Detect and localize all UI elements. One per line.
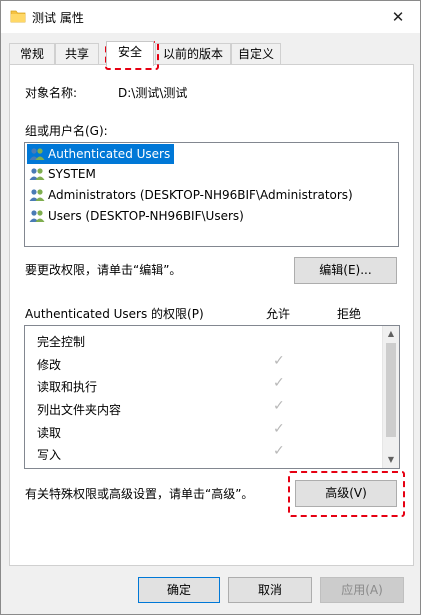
permission-row: 列出文件夹内容 bbox=[37, 403, 122, 417]
users-group-icon bbox=[29, 148, 45, 160]
edit-button[interactable]: 编辑(E)... bbox=[294, 257, 397, 284]
folder-icon bbox=[10, 10, 26, 23]
users-group-icon bbox=[29, 168, 45, 180]
permission-row: 完全控制 bbox=[37, 335, 86, 349]
permission-row: 读取 bbox=[37, 426, 62, 440]
permission-row: 修改 bbox=[37, 358, 62, 372]
tab-general[interactable]: 常规 bbox=[9, 43, 55, 65]
list-item-label: Users (DESKTOP-NH96BIF\Users) bbox=[48, 209, 244, 223]
list-item-label: Authenticated Users bbox=[48, 147, 171, 161]
tab-customize[interactable]: 自定义 bbox=[231, 43, 281, 65]
permissions-header: Authenticated Users 的权限(P) bbox=[25, 307, 204, 321]
groups-label: 组或用户名(G): bbox=[25, 124, 108, 138]
window-title: 测试 属性 bbox=[32, 11, 84, 25]
allow-check-icon: ✓ bbox=[273, 353, 285, 369]
list-item[interactable]: SYSTEM bbox=[27, 164, 96, 184]
tab-previous-versions[interactable]: 以前的版本 bbox=[155, 43, 231, 65]
close-button[interactable]: ✕ bbox=[376, 1, 420, 33]
close-icon: ✕ bbox=[391, 8, 405, 26]
ok-button[interactable]: 确定 bbox=[138, 577, 220, 603]
allow-check-icon: ✓ bbox=[273, 421, 285, 437]
list-item[interactable]: Users (DESKTOP-NH96BIF\Users) bbox=[27, 206, 244, 226]
users-group-icon bbox=[29, 189, 45, 201]
edit-hint: 要更改权限，请单击“编辑”。 bbox=[25, 263, 182, 277]
allow-check-icon: ✓ bbox=[273, 398, 285, 414]
list-item[interactable]: Authenticated Users bbox=[27, 144, 175, 164]
list-item-label: SYSTEM bbox=[48, 167, 96, 181]
permissions-scrollbar[interactable]: ▲ ▼ bbox=[382, 326, 399, 468]
apply-button[interactable]: 应用(A) bbox=[320, 577, 404, 603]
groups-listbox[interactable]: Authenticated Users SYSTEM Administrator… bbox=[24, 142, 399, 247]
users-group-icon bbox=[29, 210, 45, 222]
highlight-advanced-button bbox=[288, 471, 405, 517]
permission-row: 写入 bbox=[37, 448, 62, 462]
list-item[interactable]: Administrators (DESKTOP-NH96BIF\Administ… bbox=[27, 185, 353, 205]
scroll-thumb[interactable] bbox=[386, 343, 396, 437]
allow-column-header: 允许 bbox=[266, 307, 291, 321]
object-name-label: 对象名称: bbox=[25, 86, 78, 100]
scroll-up-icon[interactable]: ▲ bbox=[383, 326, 399, 342]
permission-row: 读取和执行 bbox=[37, 380, 98, 394]
advanced-hint: 有关特殊权限或高级设置，请单击“高级”。 bbox=[25, 487, 254, 501]
allow-check-icon: ✓ bbox=[273, 443, 285, 459]
tab-sharing[interactable]: 共享 bbox=[55, 43, 99, 65]
tab-security[interactable]: 安全 bbox=[106, 41, 154, 66]
scroll-down-icon[interactable]: ▼ bbox=[383, 452, 399, 468]
properties-dialog: 测试 属性 ✕ 常规 共享 安全 以前的版本 自定义 对象名称: D:\测试\测… bbox=[0, 0, 421, 615]
deny-column-header: 拒绝 bbox=[337, 307, 362, 321]
cancel-button[interactable]: 取消 bbox=[228, 577, 312, 603]
allow-check-icon: ✓ bbox=[273, 375, 285, 391]
title-bar: 测试 属性 ✕ bbox=[1, 1, 420, 33]
list-item-label: Administrators (DESKTOP-NH96BIF\Administ… bbox=[48, 188, 353, 202]
permissions-list[interactable]: 完全控制 修改 ✓ 读取和执行 ✓ 列出文件夹内容 ✓ 读取 ✓ 写入 ✓ ▲ … bbox=[24, 325, 400, 469]
object-name-value: D:\测试\测试 bbox=[118, 86, 188, 100]
